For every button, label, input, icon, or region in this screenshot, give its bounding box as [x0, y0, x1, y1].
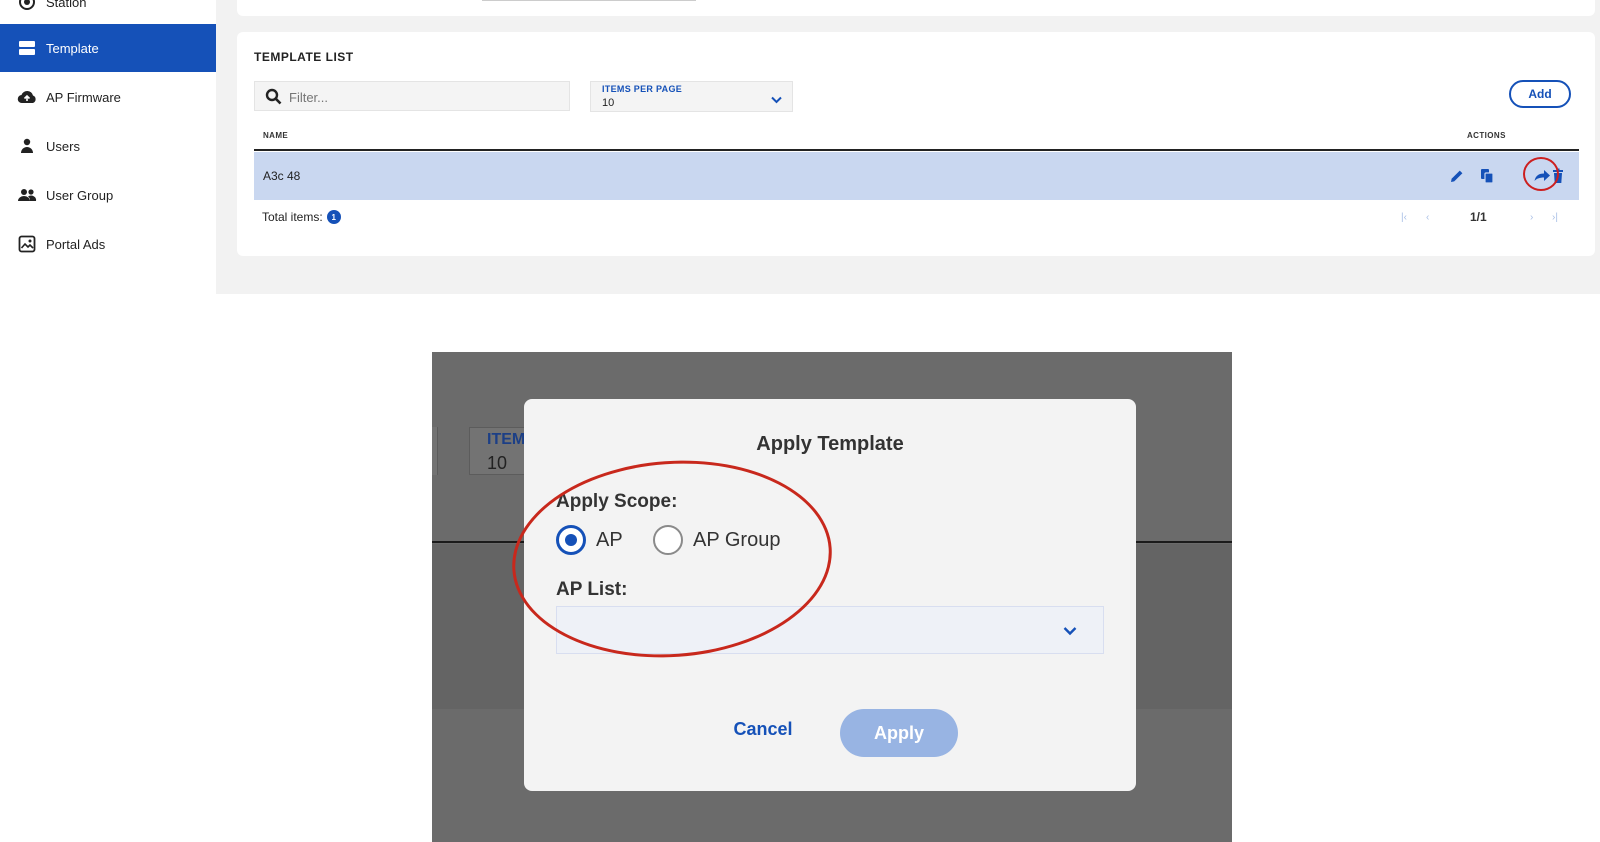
user-icon	[17, 136, 37, 156]
sidebar-item-template[interactable]: Template	[0, 24, 216, 72]
header-divider	[254, 149, 1579, 151]
sidebar-item-label: User Group	[46, 187, 114, 203]
items-per-page-select[interactable]: ITEMS PER PAGE 10	[590, 81, 793, 112]
sidebar-item-label: AP Firmware	[46, 89, 121, 105]
filter-input[interactable]	[287, 86, 561, 108]
image-icon	[17, 234, 37, 254]
card-title: TEMPLATE LIST	[254, 50, 354, 64]
sidebar-item-users[interactable]: Users	[0, 122, 216, 170]
prev-page-icon[interactable]: ‹	[1426, 212, 1429, 223]
ap-list-label: AP List:	[556, 579, 628, 600]
filter-box	[254, 81, 570, 111]
total-items-label: Total items:	[262, 210, 323, 224]
copy-icon[interactable]	[1479, 168, 1495, 184]
total-items: Total items: 1	[262, 210, 341, 224]
items-per-page-label: ITEMS PER PAGE	[602, 84, 683, 94]
chevron-down-icon	[1063, 623, 1077, 641]
annotation-circle-apply	[1523, 157, 1559, 191]
background-ipp-value: 10	[487, 453, 508, 473]
apply-template-screenshot: ITEM 10 Apply Template Apply Scope: AP A…	[432, 352, 1232, 842]
column-header-actions: ACTIONS	[1467, 131, 1506, 140]
template-icon	[17, 38, 37, 58]
page-indicator: 1/1	[1470, 210, 1487, 224]
scope-option-label: AP Group	[693, 528, 781, 551]
sidebar-item-label: Station	[46, 0, 87, 10]
chevron-down-icon	[771, 91, 782, 109]
last-page-icon[interactable]: ›|	[1552, 212, 1558, 223]
sidebar-item-label: Users	[46, 138, 80, 154]
sidebar-item-station[interactable]: Station	[0, 0, 216, 26]
template-list-card: TEMPLATE LIST ITEMS PER PAGE 10 Add NAME…	[237, 32, 1595, 256]
scope-option-label: AP	[596, 528, 623, 551]
apply-scope-label: Apply Scope:	[556, 491, 678, 512]
radio-selected-icon	[556, 525, 586, 555]
previous-card	[237, 0, 1595, 16]
sidebar-item-portal-ads[interactable]: Portal Ads	[0, 220, 216, 268]
apply-template-dialog: Apply Template Apply Scope: AP AP Group …	[524, 399, 1136, 791]
dialog-title: Apply Template	[756, 433, 904, 455]
add-button[interactable]: Add	[1509, 80, 1571, 108]
template-page-screenshot: Station Template AP Firmware Users User …	[0, 0, 1600, 294]
sidebar-item-label: Template	[46, 40, 99, 56]
sidebar: Station Template AP Firmware Users User …	[0, 0, 216, 294]
scope-radio-ap-group[interactable]: AP Group	[653, 525, 780, 555]
ap-list-select[interactable]	[556, 606, 1104, 654]
apply-button[interactable]: Apply	[840, 709, 958, 757]
total-items-badge: 1	[326, 210, 341, 224]
edit-icon[interactable]	[1449, 168, 1465, 184]
user-group-icon	[17, 185, 37, 205]
sidebar-item-user-group[interactable]: User Group	[0, 171, 216, 219]
cancel-button[interactable]: Cancel	[724, 707, 802, 751]
sidebar-item-label: Portal Ads	[46, 236, 106, 252]
next-page-icon[interactable]: ›	[1530, 212, 1533, 223]
search-icon	[265, 88, 282, 110]
background-filter	[432, 427, 438, 475]
template-name: A3c 48	[263, 169, 301, 183]
radio-unselected-icon	[653, 525, 683, 555]
station-icon	[17, 0, 37, 12]
cloud-upload-icon	[17, 87, 37, 107]
items-per-page-value: 10	[602, 97, 615, 109]
scope-radio-ap[interactable]: AP	[556, 525, 623, 555]
column-header-name: NAME	[263, 131, 289, 140]
sidebar-item-ap-firmware[interactable]: AP Firmware	[0, 73, 216, 121]
first-page-icon[interactable]: |‹	[1401, 212, 1407, 223]
background-ipp-label: ITEM	[487, 431, 526, 448]
table-row[interactable]: A3c 48	[254, 152, 1579, 200]
